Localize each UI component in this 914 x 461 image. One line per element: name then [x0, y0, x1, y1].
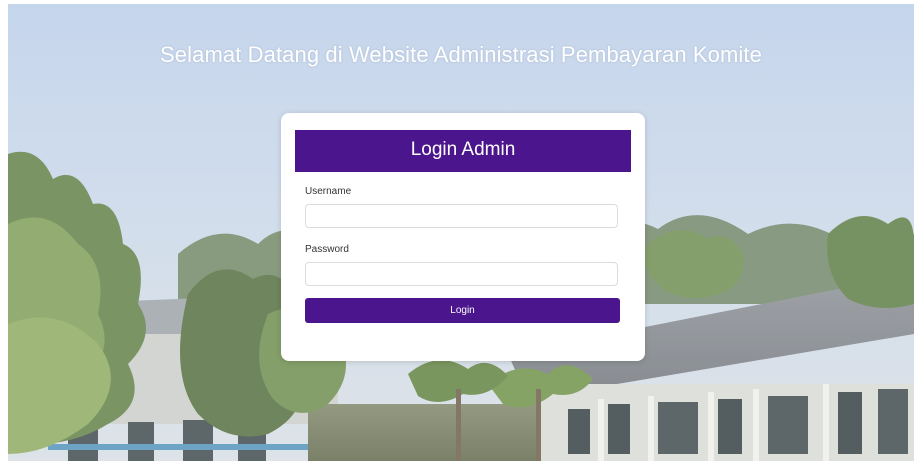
login-page: Selamat Datang di Website Administrasi P…: [8, 4, 914, 461]
username-label: Username: [305, 186, 352, 197]
password-label: Password: [305, 244, 349, 255]
login-card: Login Admin Username Password Login: [281, 113, 645, 361]
password-input[interactable]: [305, 262, 618, 286]
login-card-title: Login Admin: [295, 130, 631, 172]
login-button[interactable]: Login: [305, 298, 620, 323]
welcome-heading: Selamat Datang di Website Administrasi P…: [160, 42, 762, 67]
username-input[interactable]: [305, 204, 618, 228]
